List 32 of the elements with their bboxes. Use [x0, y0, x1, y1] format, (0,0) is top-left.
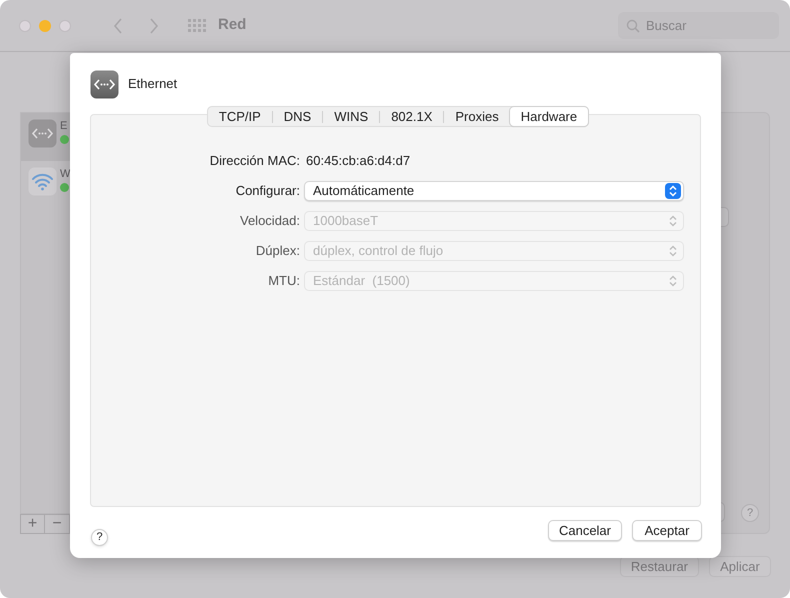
tab[interactable]: DNS	[272, 107, 322, 126]
tab[interactable]: Hardware	[510, 107, 588, 126]
mac-address: 60:45:cb:a6:d4:d7	[306, 152, 410, 170]
field-label: Dirección MAC:	[208, 152, 300, 170]
close-button[interactable]	[19, 20, 31, 32]
sidebar-label: W	[60, 167, 70, 181]
grid-icon[interactable]	[188, 18, 206, 32]
ethernet-icon	[90, 70, 119, 98]
search-field[interactable]: Buscar	[618, 12, 779, 39]
sidebar-label: E	[60, 119, 68, 133]
stepper-icon	[665, 183, 681, 199]
window-title: Red	[218, 15, 246, 36]
wifi-icon	[28, 167, 57, 196]
field-label: Velocidad:	[239, 212, 300, 230]
forward-icon[interactable]	[149, 18, 159, 34]
back-icon[interactable]	[113, 18, 123, 34]
minimize-button[interactable]	[39, 20, 51, 32]
dialog-button[interactable]: Aceptar	[632, 520, 702, 541]
field-label: Configurar:	[234, 182, 300, 200]
field-label: Dúplex:	[254, 242, 300, 260]
search-icon	[626, 19, 640, 33]
ethernet-icon	[28, 119, 57, 148]
sheet-title: Ethernet	[128, 75, 178, 94]
tab[interactable]: 802.1X	[380, 107, 444, 126]
popup-button[interactable]: Automáticamente	[304, 181, 684, 201]
dialog-button[interactable]: Cancelar	[548, 520, 622, 541]
tab[interactable]: TCP/IP	[208, 107, 272, 126]
zoom-button[interactable]	[59, 20, 71, 32]
field-label: MTU:	[267, 272, 300, 290]
help-button[interactable]: ?	[91, 529, 108, 546]
tab[interactable]: Proxies	[444, 107, 510, 126]
tab[interactable]: WINS	[323, 107, 380, 126]
